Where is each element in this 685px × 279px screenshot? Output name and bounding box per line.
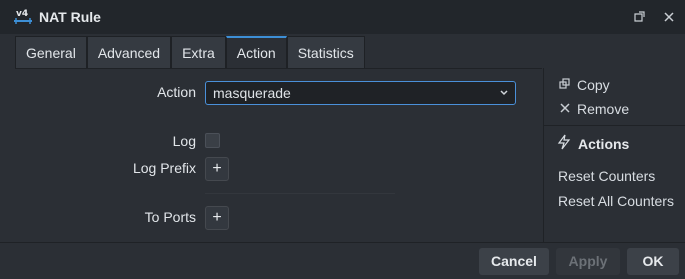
copy-icon [558, 77, 572, 93]
add-to-ports-button[interactable]: + [205, 206, 229, 230]
add-log-prefix-button[interactable]: + [205, 157, 229, 181]
apply-button[interactable]: Apply [556, 248, 620, 275]
window-title: NAT Rule [39, 9, 101, 25]
log-prefix-label: Log Prefix [132, 160, 196, 176]
actions-header: Actions [556, 134, 629, 153]
action-select-value: masquerade [213, 85, 291, 101]
remove-icon [558, 101, 572, 117]
remove-button[interactable]: Remove [558, 101, 629, 117]
tab-bar: General Advanced Extra Action Statistics [15, 36, 365, 68]
actions-header-label: Actions [578, 135, 630, 152]
action-form: Action masquerade Log Log Prefix + To Po… [15, 68, 542, 242]
chevron-down-icon [499, 82, 509, 112]
log-checkbox[interactable] [205, 133, 220, 148]
action-select[interactable]: masquerade [205, 81, 516, 105]
tab-advanced[interactable]: Advanced [86, 36, 172, 68]
tab-general[interactable]: General [15, 36, 87, 68]
title-bar: v4 NAT Rule [0, 0, 685, 34]
reset-counters-label: Reset Counters [558, 168, 656, 184]
cancel-button[interactable]: Cancel [479, 248, 549, 275]
ok-button[interactable]: OK [627, 248, 679, 275]
tab-action[interactable]: Action [225, 36, 287, 68]
close-icon[interactable] [660, 8, 678, 26]
dialog-footer: Cancel Apply OK [0, 242, 685, 279]
to-ports-label: To Ports [144, 209, 196, 225]
sidebar: Copy Remove Actions Reset Counters Reset… [543, 68, 685, 242]
copy-label: Copy [577, 77, 610, 93]
remove-label: Remove [577, 101, 630, 117]
lightning-icon [556, 134, 572, 153]
reset-counters-button[interactable]: Reset Counters [558, 168, 655, 184]
log-label: Log [172, 133, 196, 149]
copy-button[interactable]: Copy [558, 77, 610, 93]
tab-extra[interactable]: Extra [171, 36, 226, 68]
nat-rule-dialog: v4 NAT Rule General Advanced Extra Actio… [0, 0, 685, 279]
app-logo-icon: v4 [14, 9, 32, 24]
sidebar-divider [544, 125, 685, 126]
tab-statistics[interactable]: Statistics [286, 36, 365, 68]
action-label: Action [157, 84, 196, 100]
divider [205, 193, 395, 194]
app-logo-text: v4 [16, 9, 28, 19]
reset-all-counters-button[interactable]: Reset All Counters [558, 193, 674, 209]
restore-icon[interactable] [630, 8, 648, 26]
reset-all-counters-label: Reset All Counters [558, 193, 674, 209]
